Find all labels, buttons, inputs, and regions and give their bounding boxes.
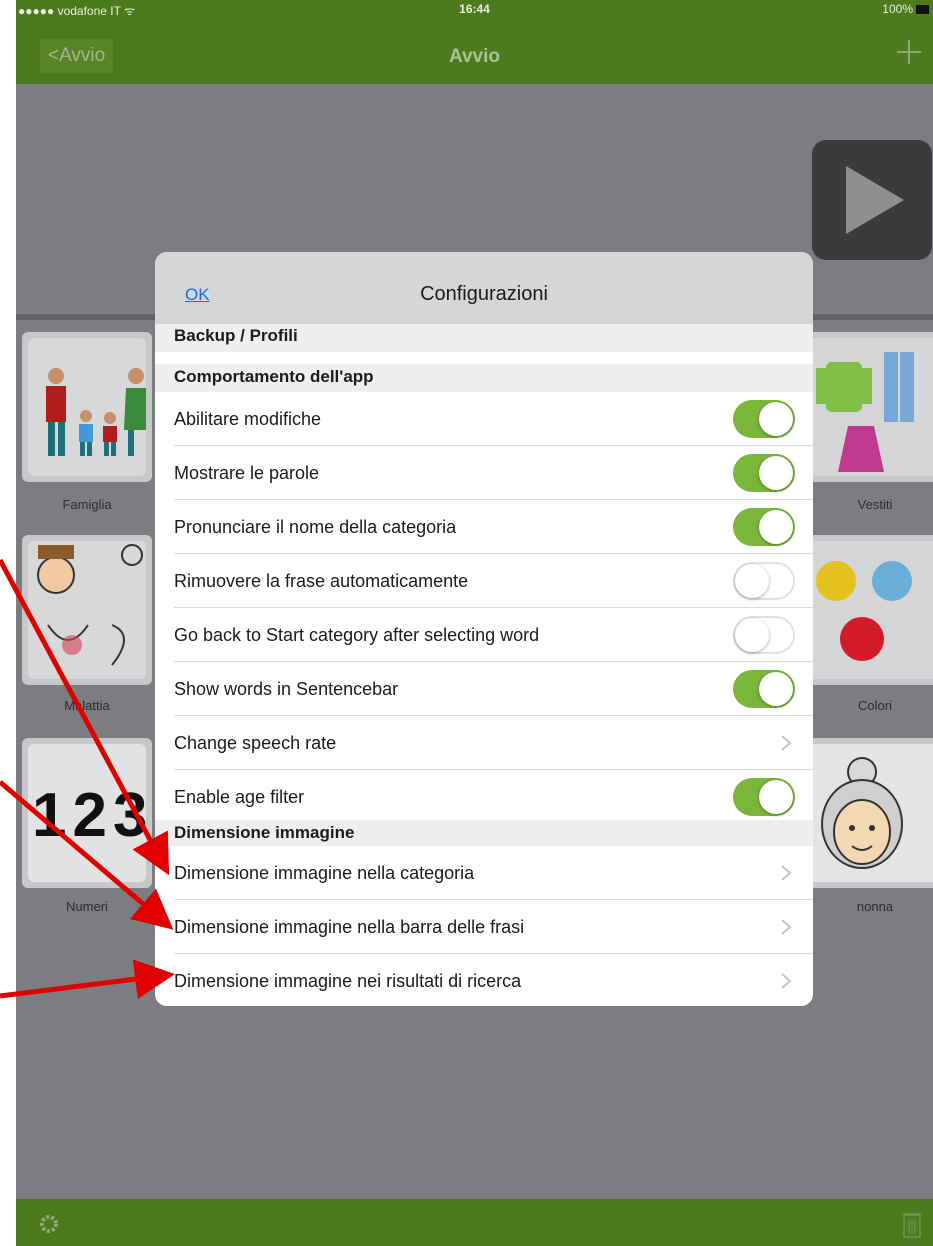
trash-icon[interactable] bbox=[901, 1209, 923, 1239]
tile-famiglia[interactable] bbox=[22, 332, 152, 482]
row-say-category: Pronunciare il nome della categoria bbox=[155, 500, 813, 554]
numbers-art: 123 bbox=[32, 781, 154, 850]
play-button[interactable] bbox=[812, 140, 932, 260]
numbers-picture: 123 bbox=[28, 744, 147, 882]
grandma-icon bbox=[821, 757, 903, 869]
tile-label-famiglia: Famiglia bbox=[62, 497, 112, 512]
tile-malattia[interactable] bbox=[22, 535, 152, 685]
paint-splash-icon bbox=[816, 561, 912, 661]
section-behaviour: Comportamento dell'app bbox=[155, 364, 813, 392]
toggle-knob bbox=[759, 510, 793, 544]
toggle-knob bbox=[759, 456, 793, 490]
row-label: Rimuovere la frase automaticamente bbox=[174, 571, 469, 591]
battery-percent: 100% bbox=[882, 2, 913, 16]
toggle-show-words[interactable] bbox=[733, 454, 795, 492]
clothes-icon bbox=[816, 352, 914, 472]
clothes-picture bbox=[808, 338, 933, 476]
row-age-filter: Enable age filter bbox=[155, 770, 813, 824]
tile-nonna[interactable] bbox=[802, 738, 933, 888]
tile-label-vestiti: Vestiti bbox=[857, 497, 893, 512]
nav-title: Avvio bbox=[448, 46, 501, 67]
toggle-enable-edits[interactable] bbox=[733, 400, 795, 438]
tile-label-malattia: Malattia bbox=[64, 698, 110, 713]
row-auto-remove: Rimuovere la frase automaticamente bbox=[155, 554, 813, 608]
family-picture bbox=[28, 338, 146, 476]
tile-label-colori: Colori bbox=[858, 698, 892, 713]
section-image-size: Dimensione immagine bbox=[155, 820, 813, 846]
toggle-knob bbox=[735, 618, 769, 652]
row-label: Dimensione immagine nella categoria bbox=[174, 863, 475, 883]
chevron-right-icon bbox=[781, 919, 792, 935]
tile-vestiti[interactable] bbox=[802, 332, 933, 482]
row-label: Dimensione immagine nella barra delle fr… bbox=[174, 917, 525, 937]
chevron-right-icon bbox=[781, 735, 792, 751]
row-go-back-start: Go back to Start category after selectin… bbox=[155, 608, 813, 662]
chevron-right-icon bbox=[781, 973, 792, 989]
toggle-knob bbox=[735, 564, 769, 598]
toggle-knob bbox=[759, 672, 793, 706]
row-image-size-search[interactable]: Dimensione immagine nei risultati di ric… bbox=[155, 954, 813, 1006]
colors-picture bbox=[808, 541, 933, 679]
tile-label-nonna: nonna bbox=[856, 899, 894, 914]
toggle-sentencebar-words[interactable] bbox=[733, 670, 795, 708]
row-label: Go back to Start category after selectin… bbox=[174, 625, 540, 645]
illness-icon bbox=[37, 544, 143, 666]
row-image-size-sentencebar[interactable]: Dimensione immagine nella barra delle fr… bbox=[155, 900, 813, 954]
clock: 16:44 bbox=[459, 2, 490, 16]
row-label: Pronunciare il nome della categoria bbox=[174, 517, 457, 537]
row-label: Enable age filter bbox=[174, 787, 305, 807]
status-bar: ●●●●● vodafone IT ᯤ 16:44 100% bbox=[16, 0, 933, 18]
plus-icon[interactable] bbox=[895, 38, 923, 66]
row-label: Abilitare modifiche bbox=[174, 409, 322, 429]
row-show-words: Mostrare le parole bbox=[155, 446, 813, 500]
illness-picture bbox=[28, 541, 146, 679]
tile-label-numeri: Numeri bbox=[66, 899, 108, 914]
toggle-knob bbox=[759, 402, 793, 436]
gear-icon[interactable] bbox=[38, 1213, 60, 1235]
play-icon bbox=[846, 166, 904, 234]
row-speech-rate[interactable]: Change speech rate bbox=[155, 716, 813, 770]
toggle-age-filter[interactable] bbox=[733, 778, 795, 816]
row-label: Show words in Sentencebar bbox=[174, 679, 399, 699]
section-backup[interactable]: Backup / Profili bbox=[155, 324, 813, 352]
chevron-right-icon bbox=[781, 865, 792, 881]
toggle-say-category[interactable] bbox=[733, 508, 795, 546]
grandma-picture bbox=[808, 744, 933, 882]
row-label: Mostrare le parole bbox=[174, 463, 320, 483]
bottom-toolbar bbox=[16, 1199, 933, 1246]
modal-header: OK Configurazioni bbox=[155, 252, 813, 324]
row-label: Change speech rate bbox=[174, 733, 337, 753]
tile-colori[interactable] bbox=[802, 535, 933, 685]
section-spacer bbox=[155, 352, 813, 364]
nav-bar: <Avvio Avvio bbox=[16, 18, 933, 84]
row-enable-edits: Abilitare modifiche bbox=[155, 392, 813, 446]
settings-modal: OK Configurazioni Backup / Profili Compo… bbox=[155, 252, 813, 1006]
toggle-knob bbox=[759, 780, 793, 814]
modal-title: Configurazioni bbox=[420, 283, 548, 305]
row-sentencebar-words: Show words in Sentencebar bbox=[155, 662, 813, 716]
row-image-size-category[interactable]: Dimensione immagine nella categoria bbox=[155, 846, 813, 900]
battery-icon bbox=[916, 4, 929, 14]
row-label: Dimensione immagine nei risultati di ric… bbox=[174, 971, 522, 991]
toggle-go-back-start[interactable] bbox=[733, 616, 795, 654]
tile-numeri[interactable]: 123 bbox=[22, 738, 152, 888]
family-icon bbox=[46, 368, 146, 456]
toggle-auto-remove[interactable] bbox=[733, 562, 795, 600]
battery-indicator: 100% bbox=[882, 2, 929, 16]
